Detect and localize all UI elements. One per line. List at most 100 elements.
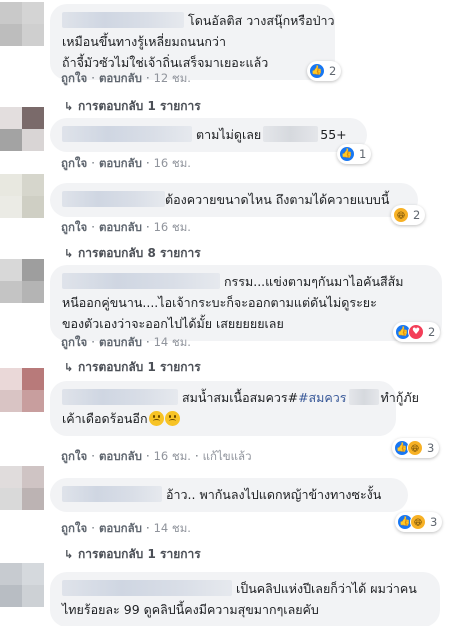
avatar-tile — [22, 174, 44, 196]
avatar-tile — [0, 174, 22, 196]
avatar-tile — [22, 585, 44, 607]
timestamp[interactable]: 14 ชม. — [154, 335, 191, 349]
avatar-tile — [22, 196, 44, 218]
frown-emoji-icon — [164, 411, 180, 426]
reaction-summary[interactable]: 👍 2 — [307, 61, 342, 81]
like-link[interactable]: ถูกใจ — [61, 335, 87, 349]
reaction-count: 3 — [430, 515, 438, 529]
reaction-summary[interactable]: 👍 😆 3 — [392, 438, 440, 458]
reply-link[interactable]: ตอบกลับ — [99, 156, 142, 170]
timestamp[interactable]: 16 ชม. — [154, 156, 191, 170]
comment-text: ต้องควายขนาดไหน ถึงตามได้ควายแบบนี้ — [165, 192, 390, 207]
reply-link[interactable]: ตอบกลับ — [99, 335, 142, 349]
comment-text: อ้าว.. พากันลงไปแดกหญ้าข้างทางซะงั้น — [165, 487, 382, 502]
comment-text: สมน้ำสมเนื้อสมควร##สมควร — [181, 390, 347, 405]
avatar-tile — [0, 390, 22, 412]
avatar-tile — [22, 259, 44, 281]
comment-bubble: ตามไม่ดูเลย 55+ — [50, 118, 367, 152]
comment-text: โดนอัลติส วางสนุ๊กหรือป่าว — [187, 13, 335, 28]
view-replies-link[interactable]: ↳ การตอบกลับ 1 รายการ — [64, 358, 201, 377]
comment-bubble: กรรม...แข่งตามๆกันมาไอคันสีส้ม หนีออกคู่… — [50, 265, 442, 341]
view-replies-link[interactable]: ↳ การตอบกลับ 1 รายการ — [64, 97, 201, 116]
comment-line: โดนอัลติส วางสนุ๊กหรือป่าว — [62, 10, 335, 31]
like-reaction-icon: 👍 — [339, 146, 355, 162]
frown-emoji-icon — [148, 411, 164, 426]
view-replies-link[interactable]: ↳ การตอบกลับ 8 รายการ — [64, 244, 201, 263]
like-link[interactable]: ถูกใจ — [61, 71, 87, 85]
comment-text: เป็นคลิปแห่งปีเลยก็ว่าได้ ผมว่าคน — [235, 581, 417, 596]
commenter-name-redacted[interactable] — [62, 191, 165, 207]
avatar-tile — [22, 368, 44, 390]
comment-text: กรรม...แข่งตามๆกันมาไอคันสีส้ม — [223, 274, 404, 289]
reaction-summary[interactable]: 👍 ♥ 2 — [393, 322, 441, 342]
comment-bubble: อ้าว.. พากันลงไปแดกหญ้าข้างทางซะงั้น — [50, 478, 408, 512]
commenter-name-redacted[interactable] — [62, 126, 192, 142]
comment-text: หนีออกคู่ขนาน....ไอเจ้ากระบะก็จะออกตามแต… — [62, 295, 377, 310]
avatar-tile — [22, 281, 44, 303]
avatar-tile — [0, 281, 22, 303]
comment-text: 55+ — [320, 127, 347, 142]
avatar[interactable] — [0, 563, 44, 607]
like-link[interactable]: ถูกใจ — [61, 521, 87, 535]
replies-label: การตอบกลับ 1 รายการ — [78, 547, 201, 561]
reaction-count: 1 — [359, 147, 367, 161]
comment-text: เค้าเดือดร้อนอีก — [62, 411, 148, 426]
timestamp[interactable]: 16 ชม. — [154, 220, 191, 234]
avatar[interactable] — [0, 466, 44, 510]
avatar-tile — [0, 129, 22, 151]
timestamp[interactable]: 12 ชม. — [154, 71, 191, 85]
avatar[interactable] — [0, 174, 44, 218]
reaction-count: 3 — [427, 441, 435, 455]
commenter-name-redacted[interactable] — [62, 580, 232, 596]
like-link[interactable]: ถูกใจ — [61, 156, 87, 170]
reply-link[interactable]: ตอบกลับ — [99, 521, 142, 535]
comment-bubble: ต้องควายขนาดไหน ถึงตามได้ควายแบบนี้ — [50, 183, 418, 217]
like-link[interactable]: ถูกใจ — [61, 220, 87, 234]
avatar[interactable] — [0, 368, 44, 412]
avatar-tile — [22, 107, 44, 129]
avatar-tile — [0, 368, 22, 390]
reaction-count: 2 — [413, 208, 421, 222]
view-replies-link[interactable]: ↳ การตอบกลับ 1 รายการ — [64, 545, 201, 564]
avatar[interactable] — [0, 107, 44, 151]
replies-label: การตอบกลับ 1 รายการ — [78, 99, 201, 113]
reply-arrow-icon: ↳ — [64, 247, 74, 260]
redacted-text — [348, 389, 379, 405]
comment-bubble: เป็นคลิปแห่งปีเลยก็ว่าได้ ผมว่าคน ไทยร้อ… — [50, 572, 440, 626]
comment-actions: ถูกใจ · ตอบกลับ · 14 ชม. — [61, 521, 191, 535]
reply-link[interactable]: ตอบกลับ — [99, 220, 142, 234]
avatar[interactable] — [0, 2, 44, 46]
redacted-text — [263, 126, 319, 142]
timestamp[interactable]: 16 ชม. — [154, 449, 191, 463]
avatar-tile — [0, 196, 22, 218]
commenter-name-redacted[interactable] — [62, 486, 162, 502]
haha-reaction-icon: 😆 — [393, 207, 409, 223]
avatar-tile — [0, 259, 22, 281]
timestamp[interactable]: 14 ชม. — [154, 521, 191, 535]
commenter-name-redacted[interactable] — [62, 389, 178, 405]
reaction-summary[interactable]: 😆 2 — [391, 205, 426, 225]
avatar-tile — [22, 390, 44, 412]
reply-arrow-icon: ↳ — [64, 100, 74, 113]
comment-line: ต้องควายขนาดไหน ถึงตามได้ควายแบบนี้ — [62, 189, 406, 210]
reply-link[interactable]: ตอบกลับ — [99, 71, 142, 85]
hashtag-link[interactable]: #สมควร — [298, 390, 346, 405]
avatar-tile — [22, 488, 44, 510]
avatar-tile — [0, 563, 22, 585]
avatar-tile — [22, 2, 44, 24]
avatar[interactable] — [0, 259, 44, 303]
reaction-summary[interactable]: 👍 😆 3 — [395, 512, 443, 532]
comment-actions: ถูกใจ · ตอบกลับ · 14 ชม. — [61, 335, 191, 349]
comment-line: สมน้ำสมเนื้อสมควร##สมควร ทำกู้ภัย — [62, 387, 419, 408]
comment-actions: ถูกใจ · ตอบกลับ · 16 ชม. — [61, 220, 191, 234]
reply-link[interactable]: ตอบกลับ — [99, 449, 142, 463]
commenter-name-redacted[interactable] — [62, 273, 220, 289]
love-reaction-icon: ♥ — [408, 324, 424, 340]
commenter-name-redacted[interactable] — [62, 12, 184, 28]
reaction-summary[interactable]: 👍 1 — [337, 144, 372, 164]
avatar-tile — [0, 24, 22, 46]
like-link[interactable]: ถูกใจ — [61, 449, 87, 463]
comment-line: เป็นคลิปแห่งปีเลยก็ว่าได้ ผมว่าคน — [62, 578, 428, 599]
avatar-tile — [0, 107, 22, 129]
reaction-count: 2 — [329, 64, 337, 78]
